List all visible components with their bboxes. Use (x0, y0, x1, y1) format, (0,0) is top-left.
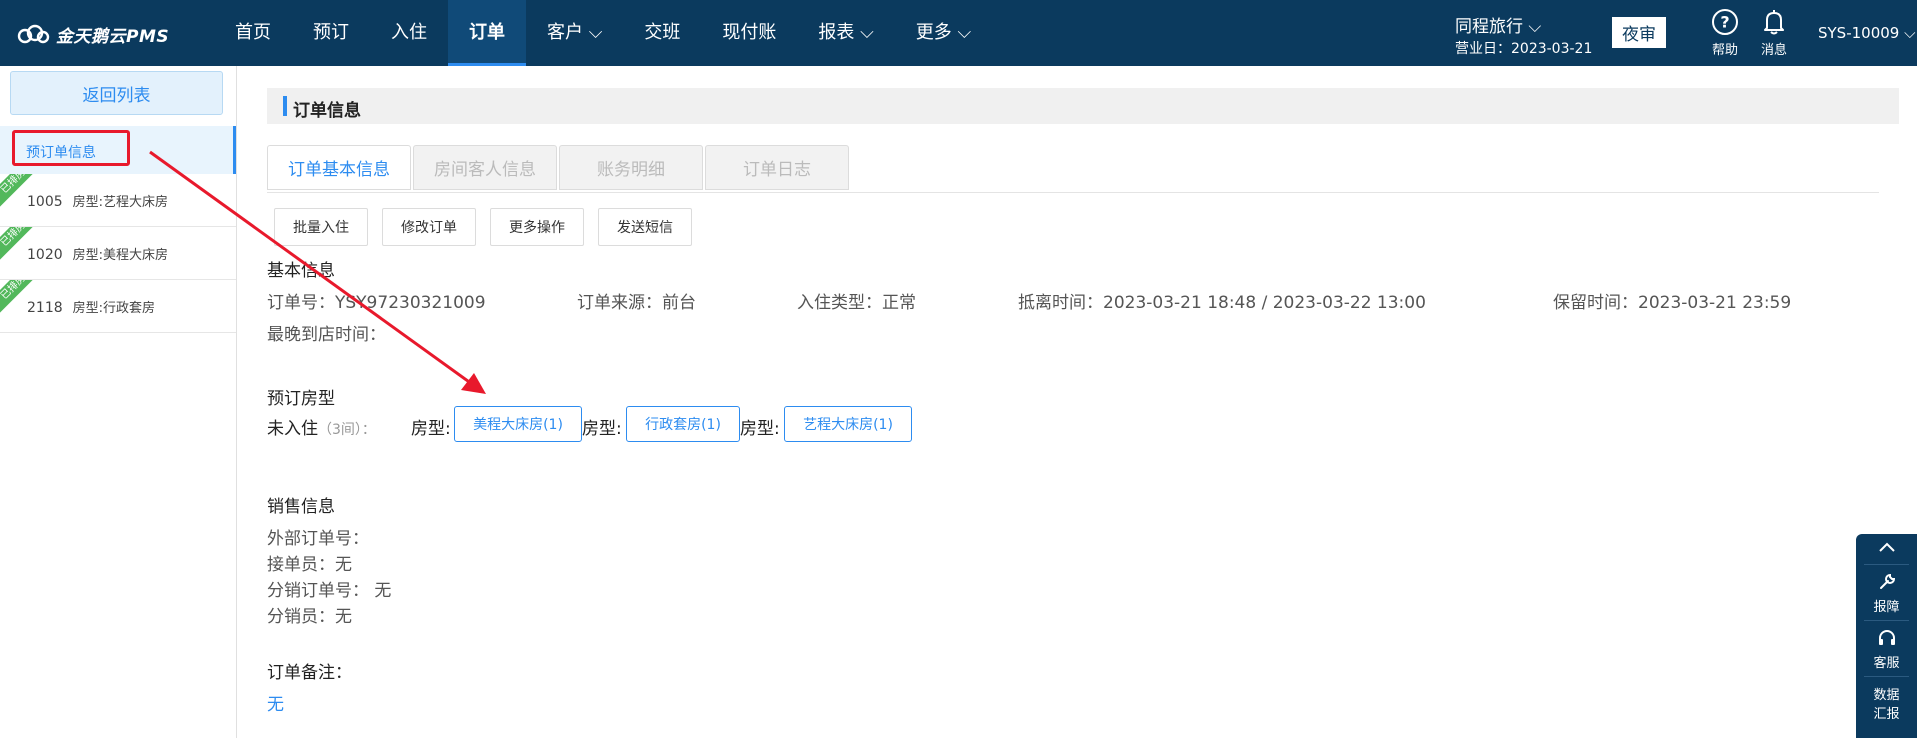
hold-time: 保留时间：2023-03-21 23:59 (1553, 293, 1792, 313)
nav-checkin[interactable]: 入住 (370, 0, 448, 66)
bell-icon (1764, 10, 1784, 35)
help-icon: ? (1712, 9, 1738, 35)
data-report-button[interactable]: 数据 汇报 (1856, 684, 1917, 722)
report-issue-label: 报障 (1873, 600, 1900, 615)
panel-divider (1864, 676, 1909, 677)
collapse-panel-button[interactable] (1856, 540, 1917, 558)
room-type: 房型:美程大床房 (72, 248, 169, 263)
order-receiver: 接单员：无 (267, 555, 352, 575)
tab-divider (267, 192, 1879, 193)
room-count: （3间）： (318, 422, 376, 438)
order-sidebar: 返回列表 预订单信息 已排房 1005 房型:艺程大床房 已排房 1020 房型:美… (0, 66, 237, 738)
section-title: 订单信息 (293, 101, 361, 121)
more-actions-button[interactable]: 更多操作 (490, 208, 584, 246)
room-type-prefix: 房型: (582, 419, 622, 439)
sidebar-room-item[interactable]: 已排房 2118 房型:行政套房 (0, 280, 236, 333)
help-button[interactable]: ? 帮助 (1705, 8, 1745, 58)
room-type-prefix: 房型: (411, 419, 451, 439)
send-sms-button[interactable]: 发送短信 (598, 208, 692, 246)
room-type-chip[interactable]: 艺程大床房(1) (784, 406, 912, 442)
chevron-up-icon (1878, 542, 1895, 552)
hotel-selector[interactable]: 同程旅行 ⌵ (1455, 12, 1541, 37)
room-type-chip[interactable]: 行政套房(1) (626, 406, 740, 442)
section-marker (283, 96, 287, 116)
customer-service-button[interactable]: 客服 (1856, 628, 1917, 671)
app-logo[interactable]: 金天鹅云PMS (16, 22, 170, 47)
data-report-label: 数据 (1873, 688, 1900, 703)
help-label: 帮助 (1711, 43, 1738, 58)
nav-customers[interactable]: 客户 ⌵ (526, 0, 623, 66)
customer-service-label: 客服 (1873, 656, 1900, 671)
tab-basic-info[interactable]: 订单基本信息 (267, 145, 411, 190)
top-navigation-bar: 金天鹅云PMS 首页 预订 入住 订单 客户 ⌵ 交班 现付账 报表 ⌵ 更多 … (0, 0, 1917, 66)
nav-orders[interactable]: 订单 (448, 0, 526, 66)
section-header: 订单信息 (267, 88, 1899, 124)
nav-more[interactable]: 更多 ⌵ (895, 0, 992, 66)
edit-order-button[interactable]: 修改订单 (382, 208, 476, 246)
floating-tool-panel: 报障 客服 数据 汇报 (1856, 534, 1917, 738)
room-number: 2118 (27, 300, 63, 316)
main-nav: 首页 预订 入住 订单 客户 ⌵ 交班 现付账 报表 ⌵ 更多 ⌵ (214, 0, 992, 66)
data-report-label-2: 汇报 (1873, 707, 1900, 722)
order-number: 订单号：YSY97230321009 (267, 293, 486, 313)
room-status: 未入住（3间）： (267, 414, 376, 439)
svg-text:?: ? (1720, 13, 1729, 32)
order-main-panel: 订单信息 订单基本信息 房间客人信息 账务明细 订单日志 批量入住 修改订单 更… (237, 66, 1917, 738)
order-remark-title: 订单备注： (267, 663, 352, 683)
external-order-number: 外部订单号： (267, 529, 369, 549)
room-status-label: 未入住 (267, 419, 318, 439)
panel-divider (1864, 564, 1909, 565)
checkin-type: 入住类型：正常 (797, 293, 916, 313)
message-label: 消息 (1760, 43, 1787, 58)
logo-text: 金天鹅云PMS (56, 26, 170, 47)
tab-order-log[interactable]: 订单日志 (705, 145, 849, 190)
user-menu[interactable]: SYS-10009 ⌵ (1818, 24, 1915, 42)
headset-icon (1878, 630, 1895, 645)
room-type-chip[interactable]: 美程大床房(1) (454, 406, 582, 442)
batch-checkin-button[interactable]: 批量入住 (274, 208, 368, 246)
message-button[interactable]: 消息 (1754, 8, 1794, 58)
latest-arrival-time: 最晚到店时间： (267, 325, 386, 345)
wrench-icon (1879, 573, 1895, 589)
sidebar-room-item[interactable]: 已排房 1005 房型:艺程大床房 (0, 174, 236, 227)
distributor: 分销员：无 (267, 607, 352, 627)
cloud-logo-icon (17, 24, 50, 44)
nav-reports[interactable]: 报表 ⌵ (797, 0, 894, 66)
business-date: 营业日：2023-03-21 (1455, 41, 1593, 57)
stay-time: 抵离时间：2023-03-21 18:48 / 2023-03-22 13:00 (1018, 293, 1426, 313)
room-number: 1005 (27, 194, 63, 210)
nav-shift[interactable]: 交班 (623, 0, 701, 66)
room-type-prefix: 房型: (740, 419, 780, 439)
report-issue-button[interactable]: 报障 (1856, 572, 1917, 615)
night-audit-button[interactable]: 夜审 (1612, 17, 1666, 48)
tab-billing-details[interactable]: 账务明细 (559, 145, 703, 190)
room-number: 1020 (27, 247, 63, 263)
tab-room-guests[interactable]: 房间客人信息 (413, 145, 557, 190)
nav-home[interactable]: 首页 (214, 0, 292, 66)
annotation-highlight-box (12, 130, 130, 166)
sidebar-room-item[interactable]: 已排房 1020 房型:美程大床房 (0, 227, 236, 280)
distribution-order-number: 分销订单号： 无 (267, 581, 392, 601)
sales-info-title: 销售信息 (267, 497, 335, 517)
room-type: 房型:行政套房 (72, 301, 156, 316)
action-toolbar: 批量入住 修改订单 更多操作 发送短信 (274, 208, 692, 246)
room-types-title: 预订房型 (267, 389, 335, 409)
order-source: 订单来源：前台 (577, 293, 696, 313)
back-to-list-button[interactable]: 返回列表 (10, 71, 223, 115)
order-remark-value: 无 (267, 695, 284, 715)
panel-divider (1864, 620, 1909, 621)
room-type: 房型:艺程大床房 (72, 195, 169, 210)
nav-cash-account[interactable]: 现付账 (701, 0, 797, 66)
order-tabs: 订单基本信息 房间客人信息 账务明细 订单日志 (267, 145, 849, 190)
basic-info-title: 基本信息 (267, 261, 335, 281)
nav-booking[interactable]: 预订 (292, 0, 370, 66)
